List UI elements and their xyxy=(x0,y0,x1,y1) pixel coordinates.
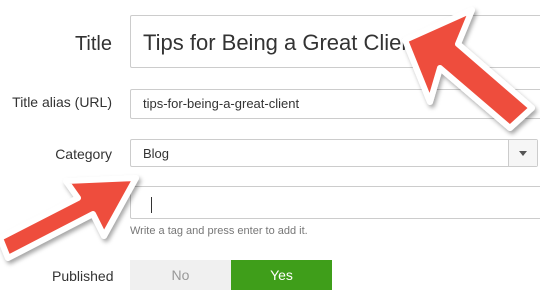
arrow-icon xyxy=(0,175,139,261)
